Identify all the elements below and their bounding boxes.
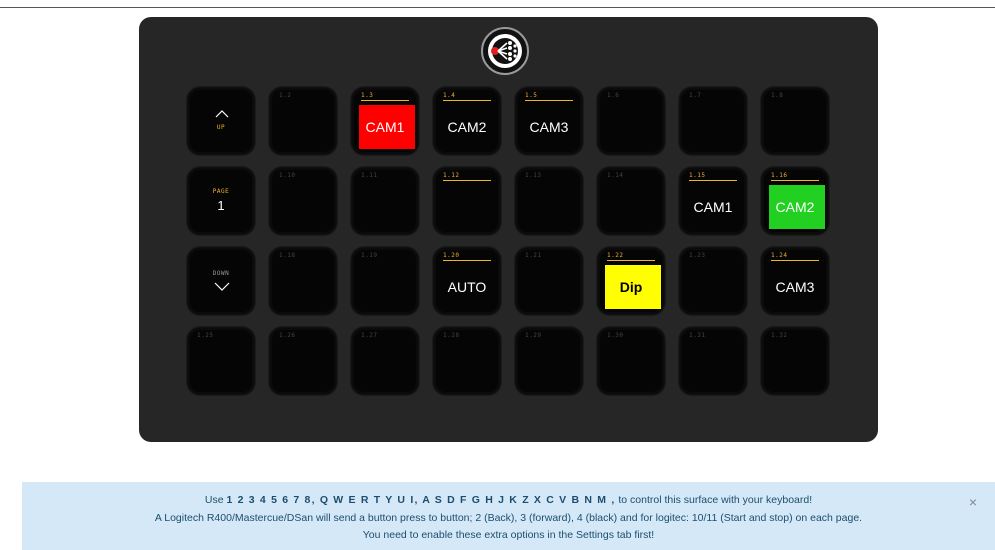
button-index: 1.26 [279, 332, 296, 339]
button-1-12[interactable]: 1.12 [433, 167, 501, 235]
top-divider [0, 7, 995, 8]
button-index-underline [525, 100, 573, 101]
button-index-underline [443, 100, 491, 101]
button-index-underline [361, 100, 409, 101]
button-1-27[interactable]: 1.27 [351, 327, 419, 395]
page-indicator[interactable]: PAGE 1 [187, 167, 255, 235]
button-1-22[interactable]: 1.22 Dip [597, 247, 665, 315]
button-index: 1.23 [689, 252, 706, 259]
button-1-6[interactable]: 1.6 [597, 87, 665, 155]
button-index: 1.29 [525, 332, 542, 339]
button-index-underline [689, 180, 737, 181]
button-1-18[interactable]: 1.18 [269, 247, 337, 315]
button-1-24[interactable]: 1.24 CAM3 [761, 247, 829, 315]
chevron-down-icon [214, 282, 230, 291]
page-label: PAGE [212, 188, 230, 195]
button-1-19[interactable]: 1.19 [351, 247, 419, 315]
button-label: CAM2 [775, 199, 815, 215]
button-index: 1.4 [443, 92, 456, 99]
button-1-20[interactable]: 1.20 AUTO [433, 247, 501, 315]
button-index: 1.3 [361, 92, 374, 99]
button-1-11[interactable]: 1.11 [351, 167, 419, 235]
button-1-13[interactable]: 1.13 [515, 167, 583, 235]
banner-line-1: Use 1 2 3 4 5 6 7 8, Q W E R T Y U I, A … [22, 494, 995, 506]
button-index: 1.27 [361, 332, 378, 339]
button-index: 1.14 [607, 172, 624, 179]
button-1-21[interactable]: 1.21 [515, 247, 583, 315]
button-index: 1.24 [771, 252, 788, 259]
button-index: 1.21 [525, 252, 542, 259]
page-up-button[interactable]: UP [187, 87, 255, 155]
button-index: 1.5 [525, 92, 538, 99]
button-index: 1.22 [607, 252, 624, 259]
banner-line-3: You need to enable these extra options i… [362, 529, 655, 541]
button-index: 1.32 [771, 332, 788, 339]
banner-line-1-prefix: Use [204, 494, 227, 506]
keyboard-help-banner: Use 1 2 3 4 5 6 7 8, Q W E R T Y U I, A … [22, 482, 995, 550]
button-index-underline [771, 180, 819, 181]
button-label: CAM1 [693, 199, 733, 215]
button-index: 1.18 [279, 252, 296, 259]
button-label: CAM3 [529, 119, 569, 135]
banner-line-2: A Logitech R400/Mastercue/DSan will send… [154, 512, 863, 524]
button-1-25[interactable]: 1.25 [187, 327, 255, 395]
button-index: 1.20 [443, 252, 460, 259]
button-1-2[interactable]: 1.2 [269, 87, 337, 155]
button-index-underline [443, 260, 491, 261]
button-1-4[interactable]: 1.4 CAM2 [433, 87, 501, 155]
button-1-10[interactable]: 1.10 [269, 167, 337, 235]
button-surface: UP PAGE 1 DOWN 1.2 1.3 CAM1 1.4 CAM2 1.5 CAM3 1… [139, 17, 878, 442]
button-index: 1.11 [361, 172, 378, 179]
button-grid: UP PAGE 1 DOWN 1.2 1.3 CAM1 1.4 CAM2 1.5 CAM3 1… [187, 87, 843, 407]
button-index: 1.30 [607, 332, 624, 339]
button-index: 1.13 [525, 172, 542, 179]
button-index: 1.6 [607, 92, 620, 99]
button-1-15[interactable]: 1.15 CAM1 [679, 167, 747, 235]
button-index: 1.25 [197, 332, 214, 339]
button-1-14[interactable]: 1.14 [597, 167, 665, 235]
button-1-8[interactable]: 1.8 [761, 87, 829, 155]
button-index: 1.19 [361, 252, 378, 259]
button-index-underline [771, 260, 819, 261]
button-1-31[interactable]: 1.31 [679, 327, 747, 395]
button-index-underline [443, 180, 491, 181]
companion-logo [481, 27, 529, 75]
button-index: 1.15 [689, 172, 706, 179]
button-1-5[interactable]: 1.5 CAM3 [515, 87, 583, 155]
button-index: 1.12 [443, 172, 460, 179]
button-index: 1.8 [771, 92, 784, 99]
button-index: 1.2 [279, 92, 292, 99]
button-index: 1.7 [689, 92, 702, 99]
button-1-23[interactable]: 1.23 [679, 247, 747, 315]
button-index: 1.28 [443, 332, 460, 339]
button-label: Dip [619, 279, 643, 295]
button-1-29[interactable]: 1.29 [515, 327, 583, 395]
button-label: CAM1 [365, 119, 405, 135]
page-down-button[interactable]: DOWN [187, 247, 255, 315]
button-1-3[interactable]: 1.3 CAM1 [351, 87, 419, 155]
chevron-up-icon [215, 110, 229, 118]
banner-line-1-keys: 1 2 3 4 5 6 7 8, Q W E R T Y U I, A S D … [226, 494, 616, 506]
button-1-26[interactable]: 1.26 [269, 327, 337, 395]
logo-icon [488, 34, 522, 68]
button-1-30[interactable]: 1.30 [597, 327, 665, 395]
up-label: UP [216, 124, 226, 131]
button-1-32[interactable]: 1.32 [761, 327, 829, 395]
page-number: 1 [217, 198, 225, 213]
button-1-7[interactable]: 1.7 [679, 87, 747, 155]
close-banner-button[interactable]: × [969, 494, 977, 510]
button-index: 1.10 [279, 172, 296, 179]
banner-line-1-suffix: to control this surface with your keyboa… [615, 494, 813, 506]
button-label: CAM3 [775, 279, 815, 295]
button-index: 1.31 [689, 332, 706, 339]
button-1-16[interactable]: 1.16 CAM2 [761, 167, 829, 235]
button-label: AUTO [447, 279, 487, 295]
button-index: 1.16 [771, 172, 788, 179]
button-1-28[interactable]: 1.28 [433, 327, 501, 395]
button-index-underline [607, 260, 655, 261]
button-label: CAM2 [447, 119, 487, 135]
